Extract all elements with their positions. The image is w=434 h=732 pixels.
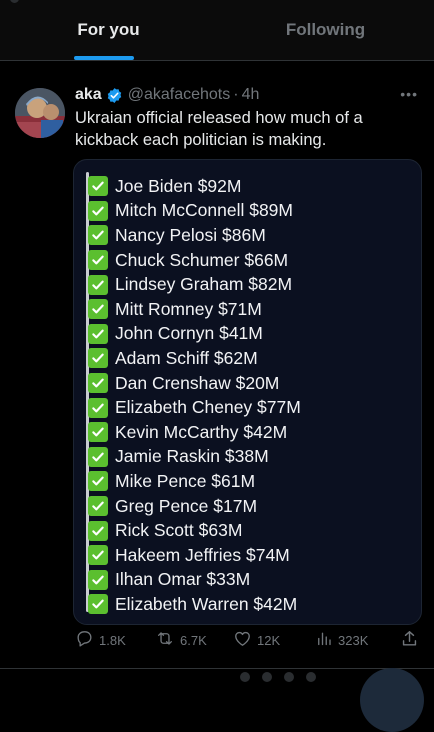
reply-button[interactable]: 1.8K [75,628,126,652]
list-item: Greg Pence $17M [88,494,301,519]
list-item: Nancy Pelosi $86M [88,223,301,248]
active-tab-indicator [74,56,134,60]
check-mark-icon [88,274,108,295]
verified-badge-icon [106,87,123,104]
tweet-actions: 1.8K 6.7K 12K 323K [75,628,420,652]
list-item-text: Kevin McCarthy $42M [115,421,288,442]
display-name[interactable]: aka [75,86,102,104]
list-item-text: John Cornyn $41M [115,323,263,344]
check-mark-icon [88,323,108,344]
tweet-text: Ukraian official released how much of a … [75,109,363,149]
timestamp[interactable]: 4h [242,86,260,104]
tweet-divider [0,668,434,669]
repost-icon [155,629,180,651]
list-item-text: Jamie Raskin $38M [115,446,269,467]
more-options-icon[interactable]: ••• [400,86,418,102]
repost-count: 6.7K [180,632,207,648]
repost-button[interactable]: 6.7K [155,628,207,652]
list-item: Jamie Raskin $38M [88,445,301,470]
check-mark-icon [88,225,108,246]
list-item: Mike Pence $61M [88,469,301,494]
views-count: 323K [338,632,369,648]
check-mark-icon [88,471,108,492]
tweet-header: aka @akafacehots · 4h [75,85,259,105]
list-item-text: Adam Schiff $62M [115,347,258,368]
list-item-text: Elizabeth Warren $42M [115,593,298,614]
check-mark-icon [88,250,108,271]
list-item: Chuck Schumer $66M [88,248,301,273]
analytics-icon [315,629,338,651]
check-mark-icon [88,496,108,517]
list-item-text: Lindsey Graham $82M [115,274,293,295]
tweet-media-image[interactable]: Joe Biden $92M Mitch McConnell $89M Nancy … [73,159,422,625]
list-item-text: Joe Biden $92M [115,175,242,196]
list-item: Rick Scott $63M [88,518,301,543]
check-mark-icon [88,200,108,221]
politician-list: Joe Biden $92M Mitch McConnell $89M Nancy … [88,174,301,617]
list-item: Dan Crenshaw $20M [88,371,301,396]
list-item-text: Mitch McConnell $89M [115,200,293,221]
list-item: Mitt Romney $71M [88,297,301,322]
handle[interactable]: @akafacehots [128,86,231,104]
check-mark-icon [88,446,108,467]
tab-for-you[interactable]: For you [0,0,217,60]
list-item: Kevin McCarthy $42M [88,420,301,445]
like-count: 12K [257,632,281,648]
list-item-text: Chuck Schumer $66M [115,249,289,270]
list-item: Hakeem Jeffries $74M [88,543,301,568]
share-icon [400,629,424,651]
list-item: Ilhan Omar $33M [88,568,301,593]
heart-icon [233,629,257,651]
check-mark-icon [88,545,108,566]
check-mark-icon [88,397,108,418]
list-item-text: Elizabeth Cheney $77M [115,397,301,418]
like-button[interactable]: 12K [233,628,280,652]
compose-fab-button[interactable] [360,668,424,732]
list-item: Joe Biden $92M [88,174,301,199]
check-mark-icon [88,520,108,541]
tab-following-label: Following [285,20,366,39]
list-item-text: Rick Scott $63M [115,520,243,541]
check-mark-icon [88,348,108,369]
tweet[interactable]: aka @akafacehots · 4h ••• Ukraian offici… [0,70,434,670]
list-item: Elizabeth Warren $42M [88,592,301,617]
list-item-text: Ilhan Omar $33M [115,569,251,590]
list-item: Elizabeth Cheney $77M [88,395,301,420]
list-item-text: Mitt Romney $71M [115,298,262,319]
reply-count: 1.8K [99,632,126,648]
avatar[interactable] [15,88,65,138]
check-mark-icon [88,594,108,615]
list-item-text: Greg Pence $17M [115,495,258,516]
reply-icon [75,629,99,651]
check-mark-icon [88,373,108,394]
list-item-text: Mike Pence $61M [115,470,256,491]
list-item: Lindsey Graham $82M [88,272,301,297]
list-item: Mitch McConnell $89M [88,199,301,224]
views-button[interactable]: 323K [315,628,368,652]
list-item: Adam Schiff $62M [88,346,301,371]
tab-for-you-label: For you [77,20,140,39]
check-mark-icon [88,569,108,590]
check-mark-icon [88,176,108,197]
check-mark-icon [88,299,108,320]
header-separator: · [233,86,239,103]
tab-following[interactable]: Following [217,0,434,60]
check-mark-icon [88,422,108,443]
timeline-tabbar: For you Following [0,0,434,61]
share-button[interactable] [400,628,424,652]
list-item-text: Dan Crenshaw $20M [115,372,280,393]
list-item: John Cornyn $41M [88,322,301,347]
list-item-text: Nancy Pelosi $86M [115,224,266,245]
list-item-text: Hakeem Jeffries $74M [115,544,290,565]
